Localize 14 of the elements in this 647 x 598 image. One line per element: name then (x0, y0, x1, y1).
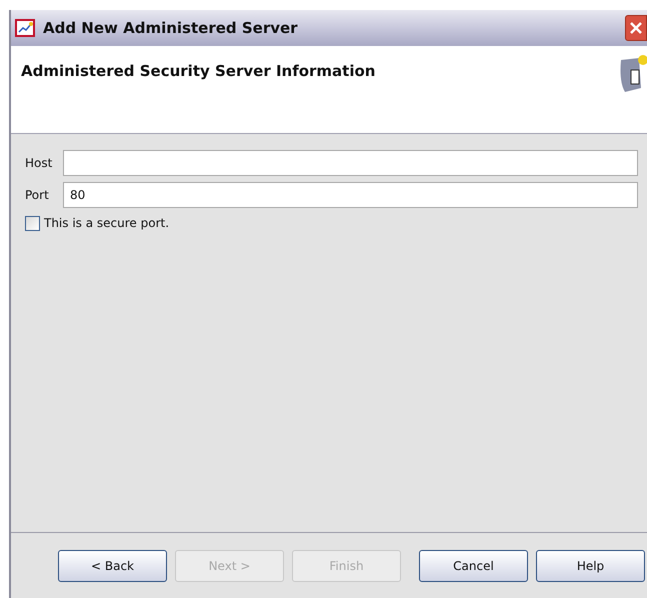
input-field[interactable] (63, 150, 638, 176)
window-title: Add New Administered Server (43, 18, 299, 39)
close-icon (629, 21, 643, 35)
field-label: Host (25, 155, 54, 172)
dialog-button[interactable]: Cancel (419, 550, 528, 582)
close-button[interactable] (625, 15, 647, 41)
field-label: Port (25, 187, 50, 204)
checkbox-label: This is a secure port. (44, 215, 170, 232)
input-field[interactable]: 80 (63, 182, 638, 208)
header-title: Administered Security Server Information (21, 61, 376, 82)
chart-icon (15, 19, 35, 37)
dialog-button[interactable]: Help (536, 550, 645, 582)
dialog-button[interactable]: < Back (58, 550, 167, 582)
checkbox[interactable] (25, 216, 40, 230)
